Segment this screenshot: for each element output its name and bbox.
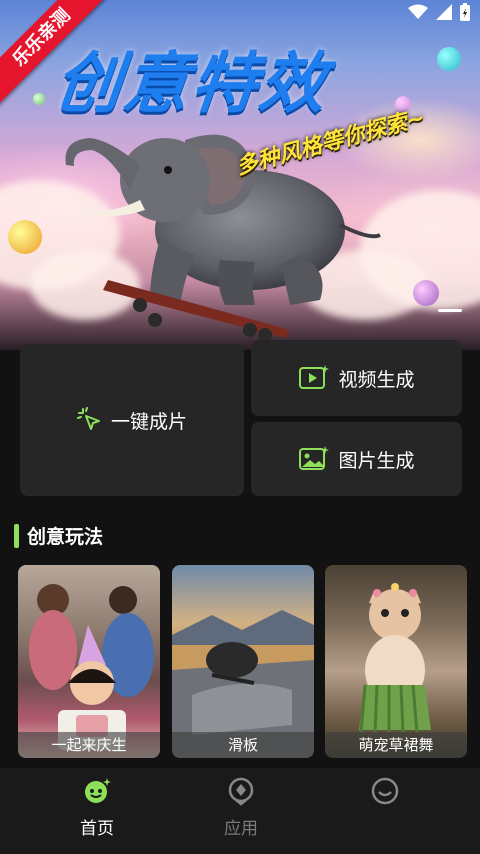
video-generate-label: 视频生成 — [338, 368, 415, 391]
skateboard-scene-image — [172, 610, 314, 758]
one-click-label: 一键成片 — [110, 410, 187, 433]
section-title: 创意玩法 — [27, 526, 104, 548]
wifi-icon — [408, 4, 428, 19]
nav-home[interactable]: 首页 — [52, 776, 142, 839]
bottom-navigation: 首页 应用 — [0, 768, 480, 854]
image-generate-label: 图片生成 — [338, 449, 415, 472]
template-card-pet-dance[interactable]: 萌宠草裙舞 — [325, 565, 467, 758]
template-caption: 一起来庆生 — [18, 732, 160, 758]
video-sparkle-icon — [299, 365, 330, 389]
cursor-sparkle-icon — [76, 407, 100, 430]
birthday-party-image — [29, 584, 154, 750]
template-card-skateboard[interactable]: 滑板 — [172, 565, 314, 758]
template-caption: 滑板 — [172, 732, 314, 758]
carousel-indicator — [438, 309, 462, 312]
video-generate-button[interactable]: 视频生成 — [251, 340, 462, 416]
nav-home-label: 首页 — [80, 819, 114, 839]
nav-apps-label: 应用 — [224, 819, 258, 839]
cat-hula-image — [359, 583, 431, 734]
section-header: 创意玩法 — [14, 522, 103, 549]
signal-icon — [436, 4, 452, 20]
nav-profile[interactable] — [340, 776, 430, 814]
section-accent-bar — [14, 523, 19, 548]
smile-face-icon — [85, 778, 111, 803]
battery-icon — [460, 3, 470, 21]
profile-face-icon — [371, 777, 399, 805]
image-sparkle-icon — [299, 446, 330, 470]
template-card-birthday[interactable]: 一起来庆生 — [18, 565, 160, 758]
hero-title: 创意特效 — [51, 45, 332, 122]
nav-apps[interactable]: 应用 — [196, 776, 286, 839]
apps-badge-icon — [228, 777, 254, 806]
template-caption: 萌宠草裙舞 — [325, 732, 467, 758]
hero-banner[interactable]: 创意特效 多种风格等你探索~ — [0, 0, 480, 350]
one-click-video-button[interactable]: 一键成片 — [20, 344, 244, 496]
image-generate-button[interactable]: 图片生成 — [251, 422, 462, 496]
